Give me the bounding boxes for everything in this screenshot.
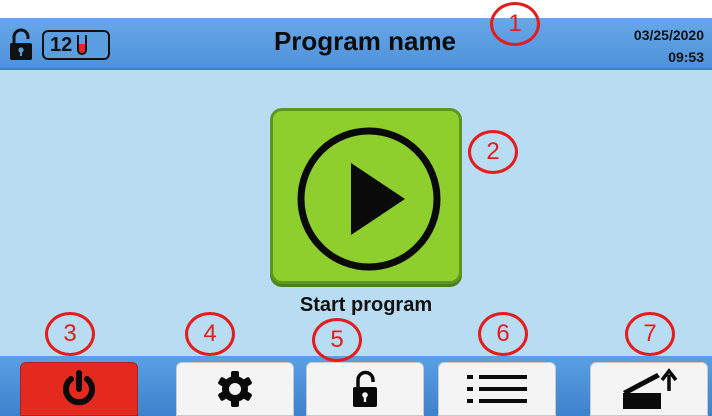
- callout-4: 4: [185, 312, 235, 356]
- callout-1: 1: [490, 2, 540, 46]
- start-program-button[interactable]: [270, 108, 462, 284]
- unlock-button[interactable]: [306, 362, 424, 416]
- tube-count-badge: 12: [42, 30, 110, 60]
- callout-5: 5: [312, 318, 362, 362]
- lid-open-icon: [623, 368, 678, 409]
- tube-count: 12: [50, 33, 73, 56]
- date-text: 03/25/2020: [633, 27, 704, 43]
- power-button[interactable]: [20, 362, 138, 416]
- program-name: Program name: [273, 26, 457, 56]
- callout-7: 7: [625, 312, 675, 356]
- power-icon: [63, 370, 95, 406]
- callout-2: 2: [468, 130, 518, 174]
- instrument-screen: 12 Program name 03/25/2020 09:53 Start p…: [0, 18, 712, 416]
- callout-3: 3: [45, 312, 95, 356]
- header-bar: 12 Program name 03/25/2020 09:53: [0, 18, 712, 70]
- padlock-open-icon[interactable]: [8, 28, 34, 62]
- gear-icon: [218, 371, 252, 407]
- test-tube-icon: [77, 35, 88, 55]
- list-icon: [467, 375, 527, 403]
- padlock-open-icon: [353, 370, 377, 407]
- date-time: 03/25/2020 09:53: [634, 24, 704, 68]
- callout-6: 6: [478, 312, 528, 356]
- program-list-button[interactable]: [438, 362, 556, 416]
- bottom-toolbar: [0, 356, 712, 416]
- open-lid-button[interactable]: [590, 362, 708, 416]
- play-icon: [297, 127, 441, 271]
- settings-button[interactable]: [176, 362, 294, 416]
- time-text: 09:53: [668, 49, 704, 65]
- start-program-label: Start program: [299, 294, 433, 316]
